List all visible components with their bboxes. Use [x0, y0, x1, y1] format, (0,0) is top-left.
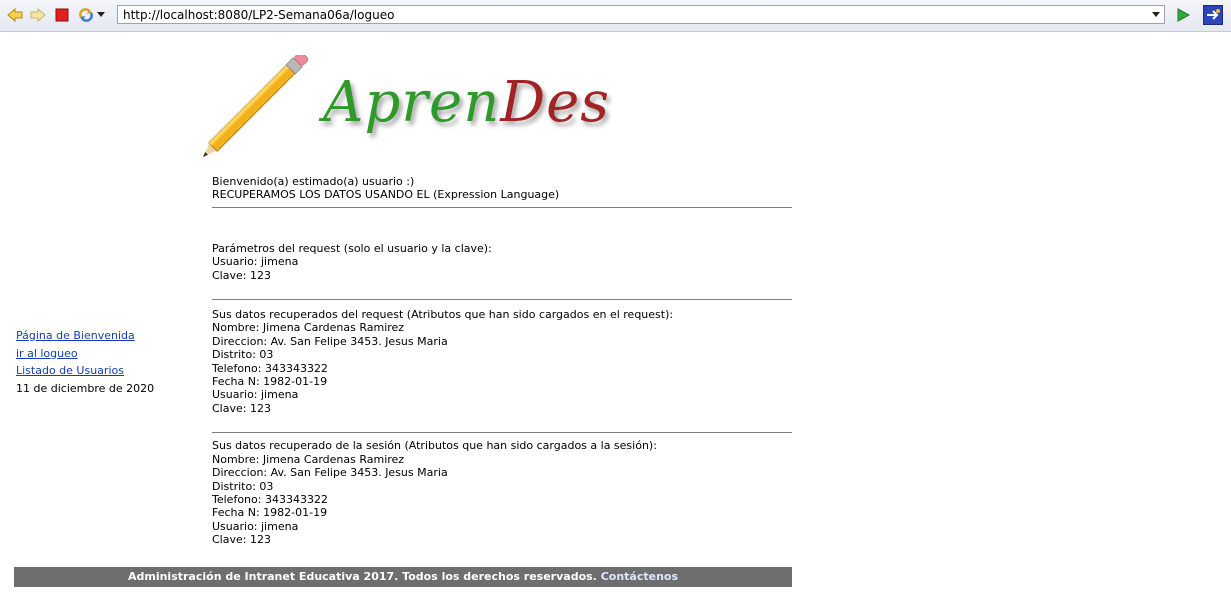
usuario-value: Usuario: jimena	[212, 519, 299, 533]
divider	[212, 432, 792, 434]
pencil-icon	[203, 55, 309, 157]
footer: Administración de Intranet Educativa 201…	[14, 567, 792, 587]
el-heading: RECUPERAMOS LOS DATOS USANDO EL (Express…	[212, 188, 560, 202]
logo: AprenDes	[195, 55, 615, 165]
section-title: Parámetros del request (solo el usuario …	[212, 241, 492, 255]
url-text[interactable]: http://localhost:8080/LP2-Semana06a/logu…	[123, 8, 394, 22]
clave-value: Clave: 123	[212, 533, 271, 547]
browser-menu-icon[interactable]	[1203, 5, 1223, 25]
session-data-section: Sus datos recuperado de la sesión (Atrib…	[212, 439, 792, 546]
divider	[212, 299, 792, 301]
telefono-value: Telefono: 343343322	[212, 361, 328, 375]
logo-text: AprenDes	[323, 70, 610, 135]
refresh-icon[interactable]	[78, 7, 94, 23]
contact-link[interactable]: Contáctenos	[601, 570, 678, 583]
section-title: Sus datos recuperados del request (Atrib…	[212, 308, 674, 322]
stop-icon[interactable]	[54, 7, 70, 23]
direccion-value: Direccion: Av. San Felipe 3453. Jesus Ma…	[212, 466, 448, 480]
back-arrow-icon[interactable]	[7, 7, 23, 23]
main-content: Bienvenido(a) estimado(a) usuario :) REC…	[212, 175, 792, 547]
clave-value: Clave: 123	[212, 268, 271, 282]
welcome-line: Bienvenido(a) estimado(a) usuario :)	[212, 175, 415, 188]
nombre-value: Nombre: Jimena Cardenas Ramirez	[212, 452, 405, 466]
address-bar[interactable]: http://localhost:8080/LP2-Semana06a/logu…	[117, 5, 1165, 24]
logo-text-apren: Apren	[323, 70, 501, 135]
section-title: Sus datos recuperado de la sesión (Atrib…	[212, 439, 657, 453]
go-icon[interactable]	[1175, 7, 1191, 23]
footer-text: Administración de Intranet Educativa 201…	[127, 570, 601, 583]
browser-toolbar: http://localhost:8080/LP2-Semana06a/logu…	[0, 0, 1231, 32]
link-pagina-bienvenida[interactable]: Página de Bienvenida	[16, 327, 154, 345]
link-ir-al-logueo[interactable]: ir al logueo	[16, 345, 154, 363]
forward-arrow-icon[interactable]	[30, 7, 46, 23]
request-params-section: Parámetros del request (solo el usuario …	[212, 242, 792, 282]
current-date: 11 de diciembre de 2020	[16, 381, 155, 395]
divider	[212, 206, 792, 208]
fecha-value: Fecha N: 1982-01-19	[212, 506, 328, 520]
clave-value: Clave: 123	[212, 401, 271, 415]
fecha-value: Fecha N: 1982-01-19	[212, 375, 328, 389]
link-listado-usuarios[interactable]: Listado de Usuarios	[16, 362, 154, 380]
distrito-value: Distrito: 03	[212, 479, 274, 493]
sidebar-nav: Página de Bienvenida ir al logueo Listad…	[16, 327, 154, 397]
history-dropdown-icon[interactable]	[97, 12, 105, 17]
telefono-value: Telefono: 343343322	[212, 492, 328, 506]
logo-text-des: Des	[500, 70, 611, 135]
distrito-value: Distrito: 03	[212, 348, 274, 362]
url-dropdown-icon[interactable]	[1152, 12, 1160, 17]
usuario-value: Usuario: jimena	[212, 255, 299, 269]
direccion-value: Direccion: Av. San Felipe 3453. Jesus Ma…	[212, 334, 448, 348]
request-data-section: Sus datos recuperados del request (Atrib…	[212, 308, 792, 415]
nombre-value: Nombre: Jimena Cardenas Ramirez	[212, 321, 405, 335]
usuario-value: Usuario: jimena	[212, 388, 299, 402]
